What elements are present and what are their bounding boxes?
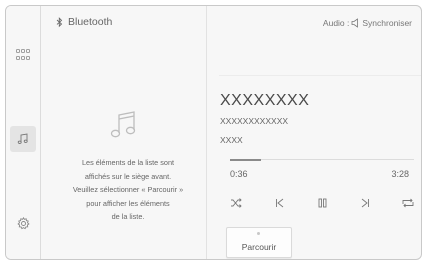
- browse-message: Les éléments de la liste sont affichés s…: [58, 156, 198, 224]
- shuffle-icon: [231, 198, 242, 208]
- music-note-icon: [17, 133, 28, 144]
- apps-grid-icon: [16, 49, 30, 60]
- next-track-icon: [361, 198, 369, 208]
- audio-label: Audio :: [322, 18, 350, 28]
- panel-divider: [206, 6, 207, 259]
- media-button[interactable]: [10, 126, 36, 152]
- progress-bar[interactable]: [230, 158, 414, 161]
- button-indicator-dot: [257, 232, 260, 235]
- player-divider: [219, 75, 421, 76]
- source-label: Bluetooth: [68, 16, 113, 28]
- progress-fill: [230, 158, 262, 161]
- previous-track-button[interactable]: [268, 194, 290, 212]
- repeat-icon: [402, 198, 414, 208]
- previous-track-icon: [275, 198, 283, 208]
- audio-sync-control[interactable]: Audio : Synchroniser: [323, 18, 412, 28]
- sidebar-divider: [40, 6, 41, 259]
- sidebar: [6, 6, 40, 259]
- shuffle-button[interactable]: [225, 194, 247, 212]
- pause-icon: [318, 198, 326, 208]
- repeat-button[interactable]: [397, 194, 419, 212]
- settings-button[interactable]: [10, 210, 36, 236]
- pause-button[interactable]: [311, 194, 333, 212]
- message-line: Veuillez sélectionner « Parcourir »: [72, 185, 184, 194]
- next-track-button[interactable]: [354, 194, 376, 212]
- message-line: affichés sur le siège avant.: [84, 171, 172, 181]
- bluetooth-icon: [56, 16, 63, 27]
- audio-source: Bluetooth: [56, 16, 112, 28]
- browse-button-label: Parcourir: [241, 242, 277, 252]
- settings-gear-icon: [16, 216, 30, 229]
- message-line: de la liste.: [111, 212, 145, 221]
- total-time: 3:28: [391, 169, 409, 179]
- message-line: pour afficher les éléments: [86, 198, 170, 208]
- track-artist: XXXXXXXXXXXX: [220, 116, 289, 126]
- track-album: XXXX: [220, 135, 243, 145]
- elapsed-time: 0:36: [230, 169, 248, 179]
- sync-label: Synchroniser: [362, 18, 412, 28]
- speaker-icon: [351, 18, 359, 28]
- browse-music-note-icon: [109, 110, 139, 145]
- browse-button[interactable]: Parcourir: [226, 227, 292, 258]
- track-title: XXXXXXXX: [220, 92, 310, 109]
- apps-grid-button[interactable]: [10, 42, 36, 68]
- media-screen: Bluetooth Audio : Synchroniser Les éléme…: [5, 5, 422, 260]
- message-line: Les éléments de la liste sont: [81, 158, 175, 167]
